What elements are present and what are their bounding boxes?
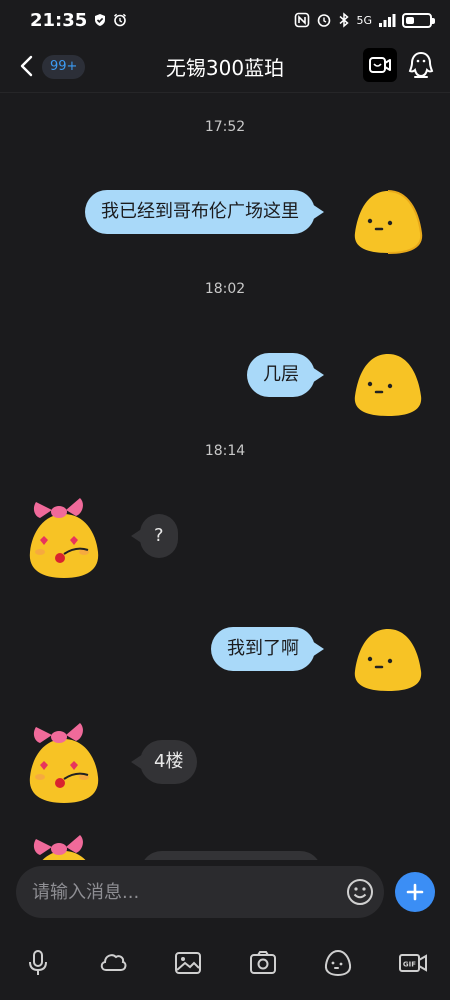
status-time: 21:35 — [30, 9, 88, 31]
self-avatar[interactable] — [352, 623, 424, 695]
gif-icon[interactable]: GIF — [398, 948, 428, 978]
nfc-icon — [295, 12, 310, 28]
shield-check-icon — [95, 14, 106, 26]
image-icon[interactable] — [173, 948, 203, 978]
message-text: 我到了啊 — [227, 638, 299, 659]
video-camera-icon — [369, 57, 391, 73]
timestamp: 18:02 — [204, 281, 246, 297]
input-bar — [0, 860, 450, 926]
incoming-message[interactable]: 4楼 — [131, 740, 198, 784]
contact-avatar[interactable] — [26, 833, 102, 860]
penguin-profile-icon — [408, 51, 434, 78]
microphone-icon[interactable] — [23, 948, 53, 978]
incoming-message[interactable]: ? — [131, 514, 178, 558]
message-text: 几层 — [263, 364, 299, 385]
message-input[interactable] — [16, 866, 384, 918]
chat-area[interactable]: 17:52 我已经到哥布伦广场这里 18:02 几层 18:14 ? 我到了啊 — [0, 93, 450, 860]
message-text: 4楼 — [154, 751, 184, 772]
outgoing-message[interactable]: 我已经到哥布伦广场这里 — [85, 190, 324, 234]
svg-text:GIF: GIF — [403, 961, 416, 969]
chat-header: 99+ 无锡300蓝珀 — [0, 40, 450, 92]
battery-icon — [402, 12, 435, 28]
bluetooth-icon — [339, 12, 350, 28]
profile-button[interactable] — [404, 48, 438, 82]
outgoing-message[interactable]: 我到了啊 — [211, 627, 324, 671]
alarm-status-icon — [318, 14, 331, 27]
outgoing-message[interactable]: 几层 — [247, 353, 324, 397]
signal-icon — [379, 14, 396, 27]
timestamp: 18:14 — [204, 443, 246, 459]
self-avatar[interactable] — [352, 348, 424, 420]
alarm-icon — [114, 13, 127, 27]
contact-avatar[interactable] — [26, 496, 102, 580]
status-bar: 21:35 5G — [0, 0, 450, 40]
emoji-icon[interactable] — [346, 878, 374, 906]
add-button[interactable] — [395, 872, 435, 912]
self-avatar[interactable] — [352, 185, 424, 257]
message-text: ? — [154, 525, 164, 546]
timestamp: 17:52 — [204, 119, 246, 135]
plus-icon — [406, 883, 424, 901]
message-text: 我已经到哥布伦广场这里 — [101, 201, 299, 222]
sticker-icon[interactable] — [323, 948, 353, 978]
bottom-toolbar: GIF — [0, 940, 450, 988]
video-call-button[interactable] — [363, 48, 397, 82]
camera-icon[interactable] — [248, 948, 278, 978]
network-label: 5G — [356, 13, 372, 27]
contact-avatar[interactable] — [26, 721, 102, 805]
cloud-icon[interactable] — [98, 948, 128, 978]
incoming-message-partial[interactable] — [140, 851, 322, 860]
